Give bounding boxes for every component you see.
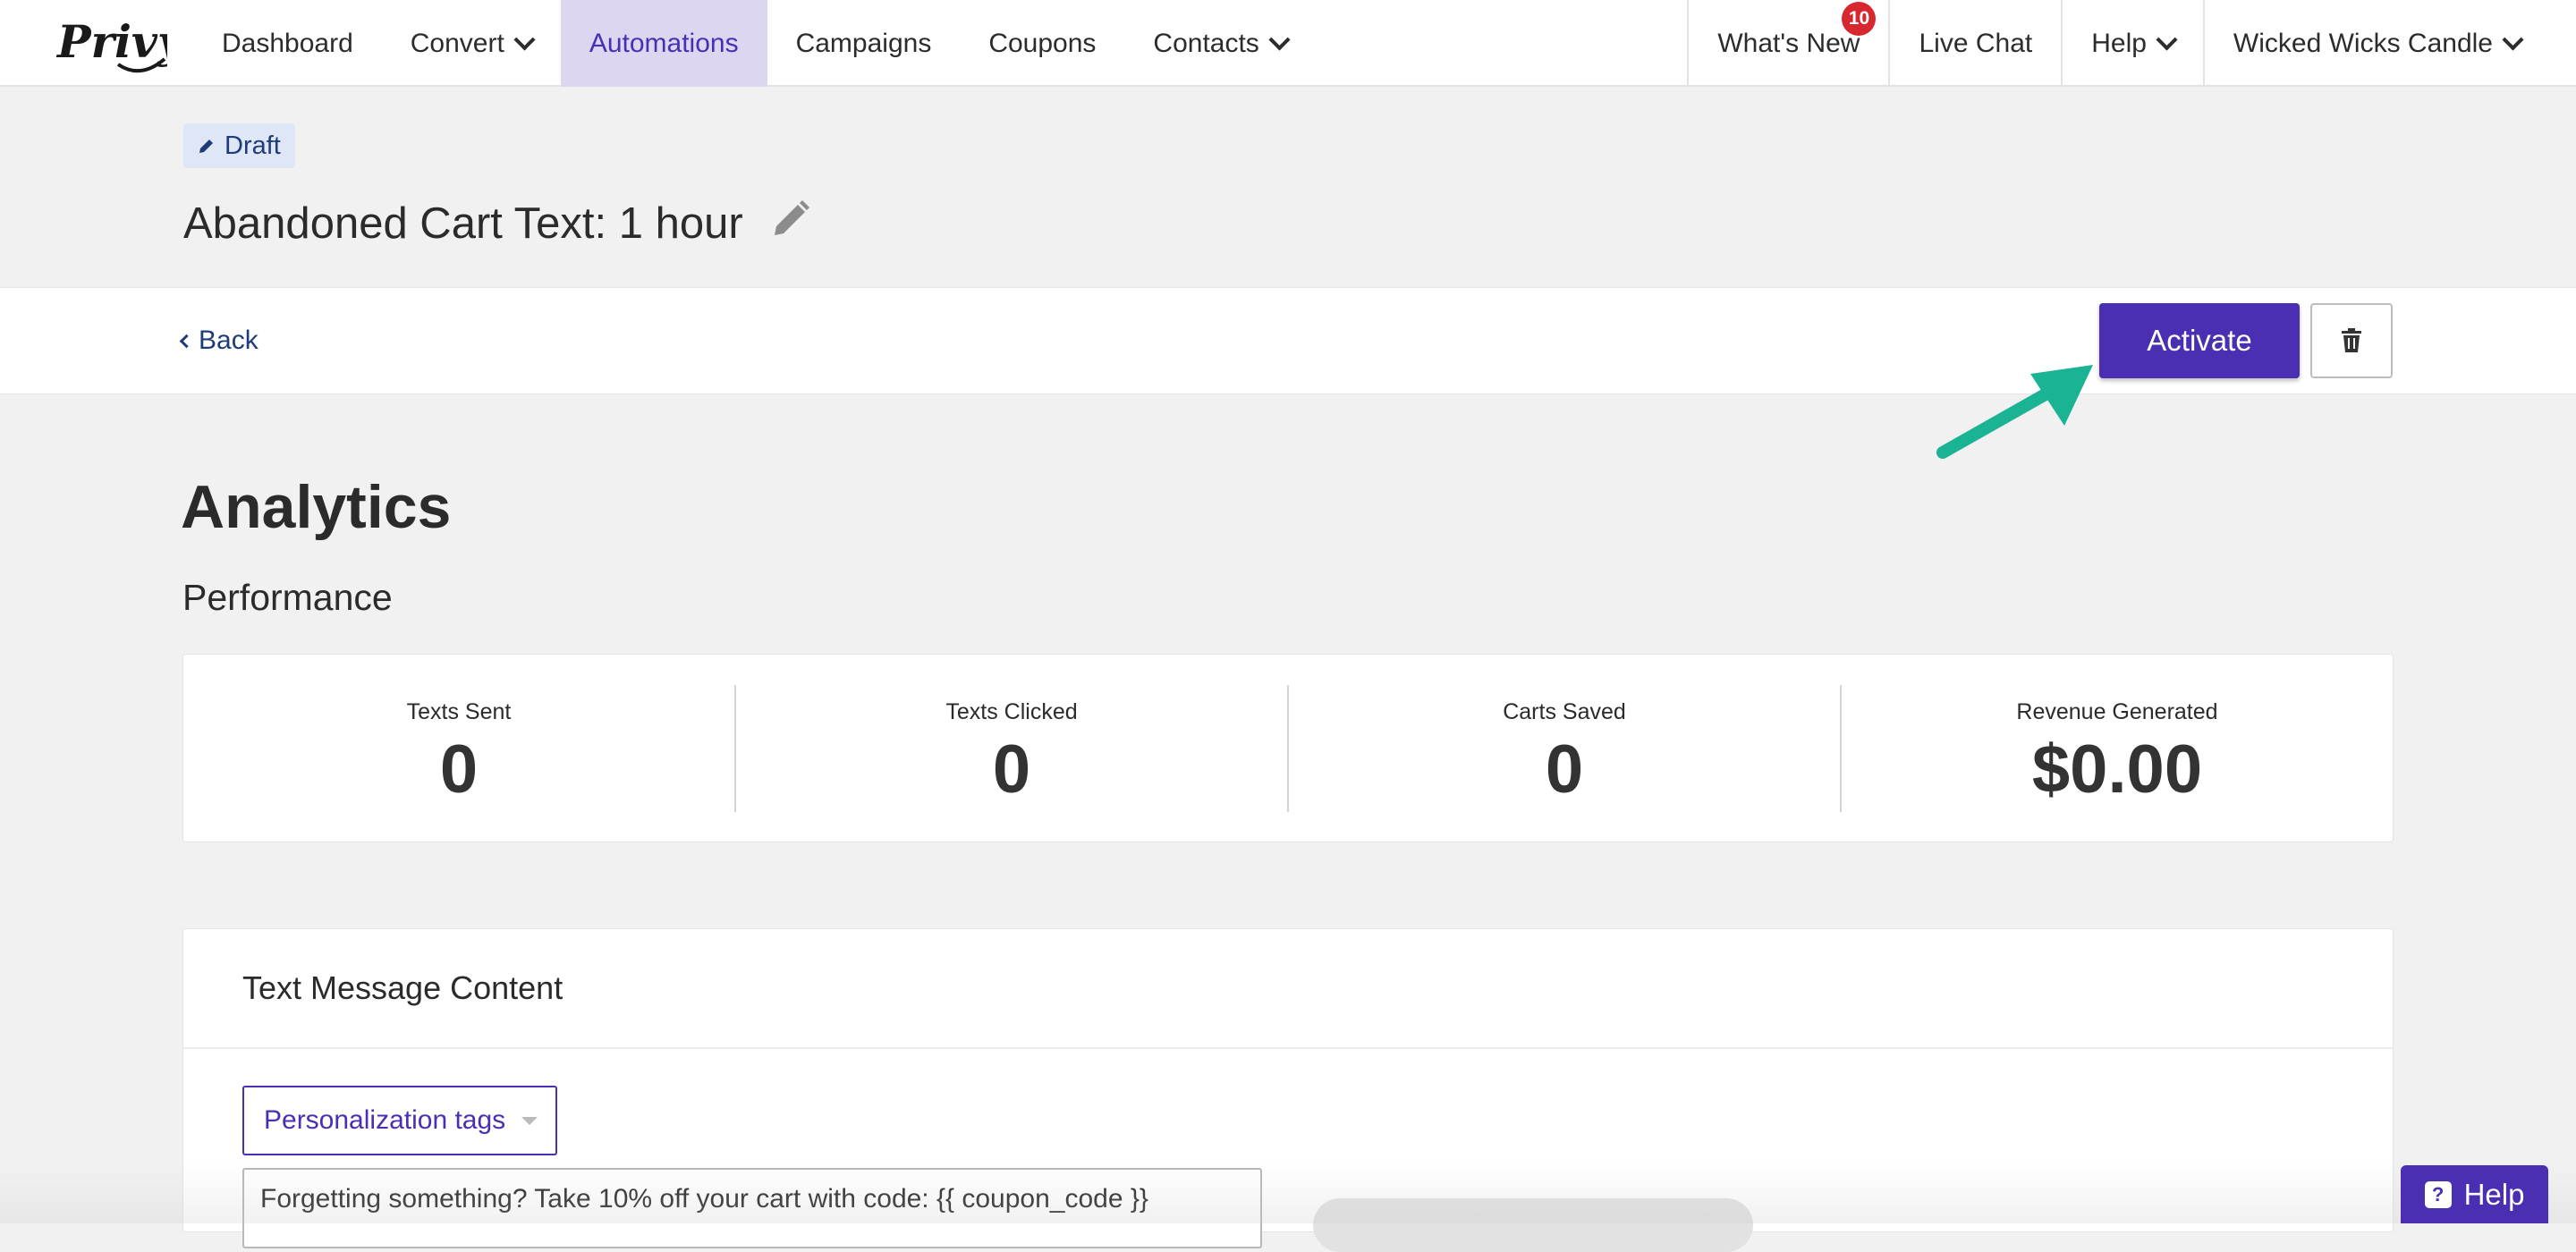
message-textarea[interactable]: Forgetting something? Take 10% off your … <box>242 1168 1262 1248</box>
primary-nav: Dashboard Convert Automations Campaigns … <box>193 0 1316 87</box>
activate-button[interactable]: Activate <box>2099 303 2300 378</box>
phone-preview <box>1313 1198 1753 1252</box>
stat-value: $0.00 <box>2031 731 2203 808</box>
annotation-arrow-icon <box>1936 365 2093 459</box>
notification-count-badge: 10 <box>1842 2 1877 36</box>
nav-live-chat[interactable]: Live Chat <box>1888 0 2061 87</box>
trash-icon <box>2342 328 2361 352</box>
stat-value: 0 <box>992 731 1031 808</box>
personalization-tags-label: Personalization tags <box>264 1105 506 1135</box>
performance-stats-card: Texts Sent 0 Texts Clicked 0 Carts Saved… <box>182 654 2394 842</box>
caret-down-icon <box>521 1116 538 1125</box>
nav-automations[interactable]: Automations <box>560 0 767 87</box>
stat-label: Texts Sent <box>406 698 512 724</box>
stat-texts-sent: Texts Sent 0 <box>183 684 736 812</box>
nav-contacts[interactable]: Contacts <box>1124 0 1315 87</box>
stat-texts-clicked: Texts Clicked 0 <box>736 684 1289 812</box>
top-nav: Privy Dashboard Convert Automations Camp… <box>0 0 2576 87</box>
back-link[interactable]: Back <box>179 326 258 356</box>
chevron-down-icon <box>2502 29 2524 51</box>
chevron-down-icon <box>2156 29 2178 51</box>
nav-whats-new[interactable]: What's New 10 <box>1687 0 1888 87</box>
nav-dashboard[interactable]: Dashboard <box>193 0 382 87</box>
nav-automations-label: Automations <box>589 28 739 58</box>
nav-coupons-label: Coupons <box>988 28 1097 58</box>
delete-button[interactable] <box>2310 303 2393 378</box>
stat-value: 0 <box>1545 731 1584 808</box>
privy-logo[interactable]: Privy <box>55 13 167 77</box>
nav-convert-label: Convert <box>410 28 504 58</box>
nav-campaigns-label: Campaigns <box>795 28 932 58</box>
status-badge-label: Draft <box>225 131 281 160</box>
privy-logo-text: Privy <box>55 15 167 68</box>
chevron-down-icon <box>1268 29 1291 51</box>
help-widget-button[interactable]: ? Help <box>2401 1165 2548 1223</box>
page-title-row: Abandoned Cart Text: 1 hour <box>183 199 811 249</box>
stat-value: 0 <box>439 731 479 808</box>
status-badge: Draft <box>183 123 295 168</box>
nav-account-label: Wicked Wicks Candle <box>2233 28 2493 58</box>
stat-carts-saved: Carts Saved 0 <box>1289 684 1842 812</box>
content-card-title: Text Message Content <box>183 929 2393 1049</box>
analytics-heading: Analytics <box>181 473 452 541</box>
nav-account[interactable]: Wicked Wicks Candle <box>2202 0 2549 87</box>
personalization-tags-dropdown[interactable]: Personalization tags <box>242 1086 557 1155</box>
nav-contacts-label: Contacts <box>1153 28 1259 58</box>
nav-campaigns[interactable]: Campaigns <box>767 0 961 87</box>
nav-convert[interactable]: Convert <box>382 0 561 87</box>
stat-revenue-generated: Revenue Generated $0.00 <box>1842 685 2393 812</box>
nav-whats-new-label: What's New <box>1717 28 1860 58</box>
back-link-label: Back <box>199 326 258 355</box>
nav-dashboard-label: Dashboard <box>222 28 353 58</box>
nav-live-chat-label: Live Chat <box>1919 28 2033 58</box>
performance-heading: Performance <box>182 577 393 618</box>
text-message-content-card: Text Message Content Personalization tag… <box>182 928 2394 1248</box>
action-bar: Back Activate <box>0 287 2576 394</box>
stat-label: Carts Saved <box>1503 698 1626 724</box>
question-icon: ? <box>2424 1180 2452 1208</box>
edit-title-icon[interactable] <box>770 199 811 240</box>
chevron-down-icon <box>513 29 536 51</box>
stat-label: Revenue Generated <box>2016 698 2218 724</box>
secondary-nav: What's New 10 Live Chat Help Wicked Wick… <box>1687 0 2549 87</box>
page-title: Abandoned Cart Text: 1 hour <box>183 199 743 248</box>
help-widget-label: Help <box>2463 1177 2525 1211</box>
pencil-icon <box>199 140 213 153</box>
chevron-left-icon <box>179 334 194 348</box>
stat-label: Texts Clicked <box>945 698 1078 724</box>
nav-help[interactable]: Help <box>2061 0 2203 87</box>
nav-help-label: Help <box>2091 28 2147 58</box>
nav-coupons[interactable]: Coupons <box>960 0 1124 87</box>
